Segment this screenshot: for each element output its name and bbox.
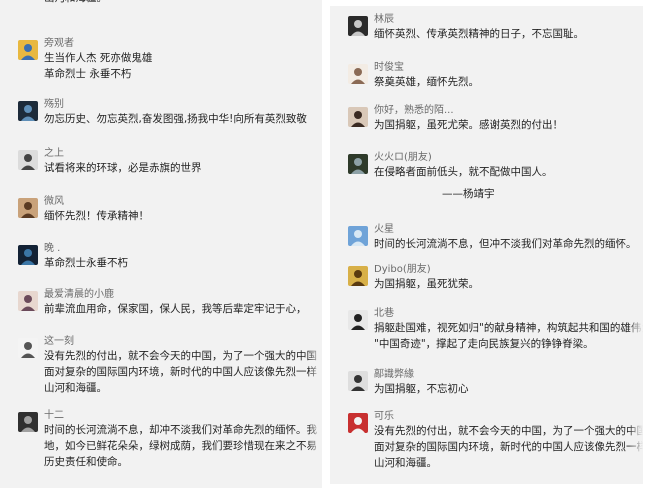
commenter-name[interactable]: 时俊宝 — [374, 62, 404, 74]
comment-text-line: 时间的长河流淌不息，但冲不淡我们对革命先烈的缅怀。 — [374, 238, 637, 250]
comment-text-line: ——杨靖宇 — [442, 188, 495, 200]
red-figure-avatar-icon[interactable] — [348, 413, 368, 433]
comment-text-line: 历史责任和使命。 — [44, 456, 128, 468]
comment-text-line: 缅怀先烈！传承精神！ — [44, 210, 149, 222]
doll-avatar-icon[interactable] — [348, 64, 368, 84]
column-edge-fade — [308, 0, 322, 488]
comment-item: 可乐没有先烈的付出，就不会今天的中国，为了一个强大的中国，你 面对复杂的国际国内环… — [330, 411, 643, 471]
comment-text-line: 革命烈士 永垂不朽 — [44, 68, 132, 80]
sketch-avatar-icon[interactable] — [18, 150, 38, 170]
landscape-avatar-icon[interactable] — [348, 154, 368, 174]
commenter-name[interactable]: 鄗識弊緣 — [374, 369, 414, 381]
comment-text-line: 为国捐躯，不忘初心 — [374, 383, 469, 395]
comment-text-line: 缅怀英烈、传承英烈精神的日子，不忘国耻。 — [374, 28, 584, 40]
comment-item: 火火ロ(朋友) 在侵略者面前低头，就不配做中国人。 ——杨靖宇 — [330, 152, 643, 212]
comment-item: 这一刻没有先烈的付出，就不会今天的中国，为了一个强大的中国 面对复杂的国际国内环境… — [0, 336, 322, 396]
comment-item: 北巷捐躯赴国难，视死如归"的献身精神，构筑起共和国的雄伟大 "中国奇迹"，撑起了走… — [330, 308, 643, 368]
commenter-name[interactable]: 十二 — [44, 410, 64, 422]
left-comment-column: 山河和海疆。旁观者生当作人杰 死亦做鬼雄革命烈士 永垂不朽殇别勿忘历史、勿忘英烈… — [0, 0, 322, 488]
comment-text-line: 祭奠英雄，缅怀先烈。 — [374, 76, 479, 88]
car-avatar-icon[interactable] — [18, 40, 38, 60]
commenter-name[interactable]: 林辰 — [374, 14, 394, 26]
commenter-name[interactable]: 火星 — [374, 224, 394, 236]
comment-text-line: 捐躯赴国难，视死如归"的献身精神，构筑起共和国的雄伟大 — [374, 322, 643, 334]
comment-text-line: 地，如今已鲜花朵朵，绿树成荫，我们要珍惜现在来之不易 — [44, 440, 317, 452]
comment-text-line: 没有先烈的付出，就不会今天的中国，为了一个强大的中国 — [44, 350, 317, 362]
dark-photo-avatar-icon[interactable] — [348, 16, 368, 36]
comment-text-line: 勿忘历史、勿忘英烈,奋发图强,扬我中华!向所有英烈致敬 — [44, 113, 307, 125]
commenter-name[interactable]: 北巷 — [374, 308, 394, 320]
portrait-avatar-icon[interactable] — [18, 198, 38, 218]
commenter-name[interactable]: 这一刻 — [44, 336, 74, 348]
commenter-name[interactable]: 火火ロ(朋友) — [374, 152, 432, 164]
figure-avatar-icon[interactable] — [18, 412, 38, 432]
sky-avatar-icon[interactable] — [348, 226, 368, 246]
comment-item: 十二时间的长河流淌不息，却冲不淡我们对革命先烈的缅怀。我 地，如今已鲜花朵朵，绿树… — [0, 410, 322, 470]
dark-portrait-avatar-icon[interactable] — [18, 101, 38, 121]
comment-text-line: 面对复杂的国际国内环境，新时代的中国人应该像先烈一样，守 — [374, 441, 643, 453]
cartoon-avatar-icon[interactable] — [18, 338, 38, 358]
commenter-name[interactable]: 旁观者 — [44, 38, 74, 50]
commenter-name[interactable]: 最爱清晨的小鹿 — [44, 289, 114, 301]
comment-text-line: 前辈流血用命，保家国，保人民，我等后辈定牢记于心， — [44, 303, 307, 315]
comment-item: 旁观者生当作人杰 死亦做鬼雄 革命烈士 永垂不朽 — [0, 38, 322, 98]
night-avatar-icon[interactable] — [18, 245, 38, 265]
right-comment-column: 林辰缅怀英烈、传承英烈精神的日子，不忘国耻。 时俊宝祭奠英雄，缅怀先烈。 你好，熟悉… — [330, 6, 643, 484]
commenter-name[interactable]: 微风 — [44, 196, 64, 208]
bw-portrait-avatar-icon[interactable] — [348, 310, 368, 330]
comment-text-line: 生当作人杰 死亦做鬼雄 — [44, 52, 153, 64]
comment-text-line: 试看将来的环球，必是赤旗的世界 — [44, 162, 202, 174]
comment-text-line: 革命烈士永垂不朽 — [44, 257, 128, 269]
comment-text-line: 为国捐躯，虽死犹荣。 — [374, 278, 479, 290]
column-edge-fade — [629, 6, 643, 484]
commenter-name[interactable]: 晚 . — [44, 243, 60, 255]
comment-text-line: 面对复杂的国际国内环境，新时代的中国人应该像先烈一样 — [44, 366, 317, 378]
sketch2-avatar-icon[interactable] — [348, 371, 368, 391]
comment-text-line: "中国奇迹"，撑起了走向民族复兴的铮铮脊梁。 — [374, 338, 594, 350]
comment-text-line: 时间的长河流淌不息，却冲不淡我们对革命先烈的缅怀。我 — [44, 424, 317, 436]
commenter-name[interactable]: 之上 — [44, 148, 64, 160]
commenter-name[interactable]: 你好，熟悉的陌... — [374, 105, 454, 117]
anime-avatar-icon[interactable] — [18, 291, 38, 311]
comment-text-line: 没有先烈的付出，就不会今天的中国，为了一个强大的中国，你 — [374, 425, 643, 437]
yellow-avatar-icon[interactable] — [348, 266, 368, 286]
comment-text-line: 山河和海疆。 — [44, 382, 107, 394]
commenter-name[interactable]: 殇别 — [44, 99, 64, 111]
comment-text-line: 山河和海疆。 — [374, 457, 437, 469]
comment-text-line: 为国捐躯，虽死尤荣。感谢英烈的付出！ — [374, 119, 563, 131]
girl-avatar-icon[interactable] — [348, 107, 368, 127]
comment-text-line: 在侵略者面前低头，就不配做中国人。 — [374, 166, 553, 178]
comment-text-line: 山河和海疆。 — [44, 0, 107, 5]
commenter-name[interactable]: 可乐 — [374, 411, 394, 423]
commenter-name[interactable]: Dyibo(朋友) — [374, 264, 431, 276]
